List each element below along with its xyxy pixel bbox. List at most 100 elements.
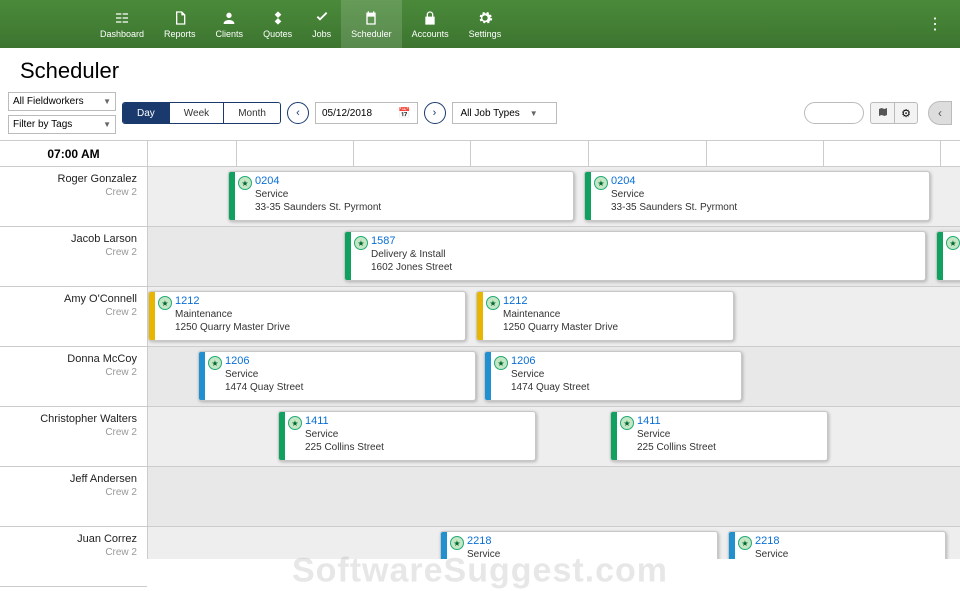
job-address: 1250 Quarry Master Drive bbox=[503, 321, 618, 334]
nav-label: Jobs bbox=[312, 29, 331, 39]
clients-icon bbox=[221, 10, 237, 26]
job-card[interactable]: ★ 2218 Service bbox=[728, 531, 946, 559]
star-icon: ★ bbox=[450, 536, 464, 550]
job-card[interactable]: ★ 1411 Service 225 Collins Street bbox=[610, 411, 828, 461]
job-card[interactable]: ★ 1206 Service 1474 Quay Street bbox=[484, 351, 742, 401]
calendar-icon: 📅 bbox=[398, 108, 410, 119]
job-card[interactable]: ★ 1411 Service 225 Collins Street bbox=[278, 411, 536, 461]
nav-settings[interactable]: Settings bbox=[459, 0, 512, 48]
job-type-filter[interactable]: All Job Types▼ bbox=[452, 102, 557, 124]
filter-tags[interactable]: Filter by Tags▼ bbox=[8, 115, 116, 134]
worker-row[interactable]: Roger Gonzalez Crew 2 bbox=[0, 167, 147, 227]
nav-clients[interactable]: Clients bbox=[206, 0, 254, 48]
worker-crew: Crew 2 bbox=[0, 487, 137, 498]
chevron-down-icon: ▼ bbox=[103, 97, 111, 106]
job-number: 1411 bbox=[637, 415, 716, 428]
map-icon bbox=[877, 106, 889, 121]
quotes-icon bbox=[270, 10, 286, 26]
job-address: 1250 Quarry Master Drive bbox=[175, 321, 290, 334]
job-type: Service bbox=[255, 188, 381, 201]
gear-icon bbox=[477, 10, 493, 26]
view-week[interactable]: Week bbox=[169, 103, 223, 123]
worker-name: Roger Gonzalez bbox=[0, 173, 137, 185]
job-type: Maintenance bbox=[503, 308, 618, 321]
job-card[interactable]: ★ 1206 Service 1474 Quay Street bbox=[198, 351, 476, 401]
toolbar: All Fieldworkers▼ Filter by Tags▼ Day We… bbox=[0, 92, 960, 141]
search-input[interactable] bbox=[804, 102, 864, 124]
view-day[interactable]: Day bbox=[123, 103, 169, 123]
worker-name: Donna McCoy bbox=[0, 353, 137, 365]
job-type: Maintenance bbox=[175, 308, 290, 321]
nav-reports[interactable]: Reports bbox=[154, 0, 206, 48]
prev-day-button[interactable]: ‹ bbox=[287, 102, 309, 124]
star-icon: ★ bbox=[208, 356, 222, 370]
worker-crew: Crew 2 bbox=[0, 427, 137, 438]
star-icon: ★ bbox=[238, 176, 252, 190]
worker-row[interactable]: Jeff Andersen Crew 2 bbox=[0, 467, 147, 527]
job-address: 33-35 Saunders St. Pyrmont bbox=[255, 201, 381, 214]
worker-row[interactable]: Juan CorrezCrew 2 bbox=[0, 527, 147, 587]
view-segment: Day Week Month bbox=[122, 102, 281, 124]
job-card[interactable]: ★ 0204 Service 33-35 Saunders St. Pyrmon… bbox=[584, 171, 930, 221]
worker-name: Amy O'Connell bbox=[0, 293, 137, 305]
job-card[interactable]: ★ 1587 Delivery & Install 1602 Jones Str… bbox=[936, 231, 960, 281]
worker-crew: Crew 2 bbox=[0, 247, 137, 258]
star-icon: ★ bbox=[288, 416, 302, 430]
nav-quotes[interactable]: Quotes bbox=[253, 0, 302, 48]
job-address: 1474 Quay Street bbox=[225, 381, 303, 394]
more-icon[interactable]: ⋮ bbox=[927, 14, 945, 34]
worker-name: Jacob Larson bbox=[0, 233, 137, 245]
nav-label: Accounts bbox=[412, 29, 449, 39]
nav-label: Scheduler bbox=[351, 29, 392, 39]
settings-button[interactable]: ⚙ bbox=[894, 102, 918, 124]
job-card[interactable]: ★ 1587 Delivery & Install 1602 Jones Str… bbox=[344, 231, 926, 281]
job-type: Delivery & Install bbox=[371, 248, 452, 261]
worker-name: Jeff Andersen bbox=[0, 473, 137, 485]
collapse-panel-button[interactable]: ‹ bbox=[928, 101, 952, 125]
star-icon: ★ bbox=[486, 296, 500, 310]
worker-crew: Crew 2 bbox=[0, 187, 137, 198]
chevron-down-icon: ▼ bbox=[103, 120, 111, 129]
jobs-icon bbox=[314, 10, 330, 26]
job-type: Service bbox=[305, 428, 384, 441]
filter-workers[interactable]: All Fieldworkers▼ bbox=[8, 92, 116, 111]
job-number: 1587 bbox=[371, 235, 452, 248]
job-number: 0204 bbox=[611, 175, 737, 188]
job-card[interactable]: ★ 0204 Service 33-35 Saunders St. Pyrmon… bbox=[228, 171, 574, 221]
job-type: Service bbox=[225, 368, 303, 381]
job-type: Service bbox=[611, 188, 737, 201]
reports-icon bbox=[172, 10, 188, 26]
chevron-down-icon: ▼ bbox=[530, 109, 538, 118]
job-address: 1474 Quay Street bbox=[511, 381, 589, 394]
view-month[interactable]: Month bbox=[223, 103, 280, 123]
next-day-button[interactable]: › bbox=[424, 102, 446, 124]
star-icon: ★ bbox=[946, 236, 960, 250]
job-address: 1602 Jones Street bbox=[371, 261, 452, 274]
star-icon: ★ bbox=[354, 236, 368, 250]
worker-row[interactable]: Amy O'ConnellCrew 2 bbox=[0, 287, 147, 347]
worker-crew: Crew 2 bbox=[0, 367, 137, 378]
nav-jobs[interactable]: Jobs bbox=[302, 0, 341, 48]
nav-accounts[interactable]: Accounts bbox=[402, 0, 459, 48]
job-card[interactable]: ★ 1212 Maintenance 1250 Quarry Master Dr… bbox=[476, 291, 734, 341]
nav-label: Settings bbox=[469, 29, 502, 39]
nav-label: Dashboard bbox=[100, 29, 144, 39]
job-number: 1206 bbox=[225, 355, 303, 368]
dashboard-icon bbox=[114, 10, 130, 26]
worker-row[interactable]: Christopher Walters Crew 2 bbox=[0, 407, 147, 467]
job-address: 33-35 Saunders St. Pyrmont bbox=[611, 201, 737, 214]
date-picker[interactable]: 05/12/2018📅 bbox=[315, 102, 418, 124]
job-type: Service bbox=[755, 548, 788, 559]
nav-scheduler[interactable]: Scheduler bbox=[341, 0, 402, 48]
map-button[interactable] bbox=[870, 102, 894, 124]
job-number: 2218 bbox=[467, 535, 500, 548]
nav-dashboard[interactable]: Dashboard bbox=[90, 0, 154, 48]
gear-icon: ⚙ bbox=[901, 107, 911, 120]
job-card[interactable]: ★ 2218 Service bbox=[440, 531, 718, 559]
nav-label: Reports bbox=[164, 29, 196, 39]
worker-row[interactable]: Jacob Larson Crew 2 bbox=[0, 227, 147, 287]
worker-row[interactable]: Donna McCoy Crew 2 bbox=[0, 347, 147, 407]
worker-name: Christopher Walters bbox=[0, 413, 137, 425]
job-type: Service bbox=[467, 548, 500, 559]
job-card[interactable]: ★ 1212 Maintenance 1250 Quarry Master Dr… bbox=[148, 291, 466, 341]
